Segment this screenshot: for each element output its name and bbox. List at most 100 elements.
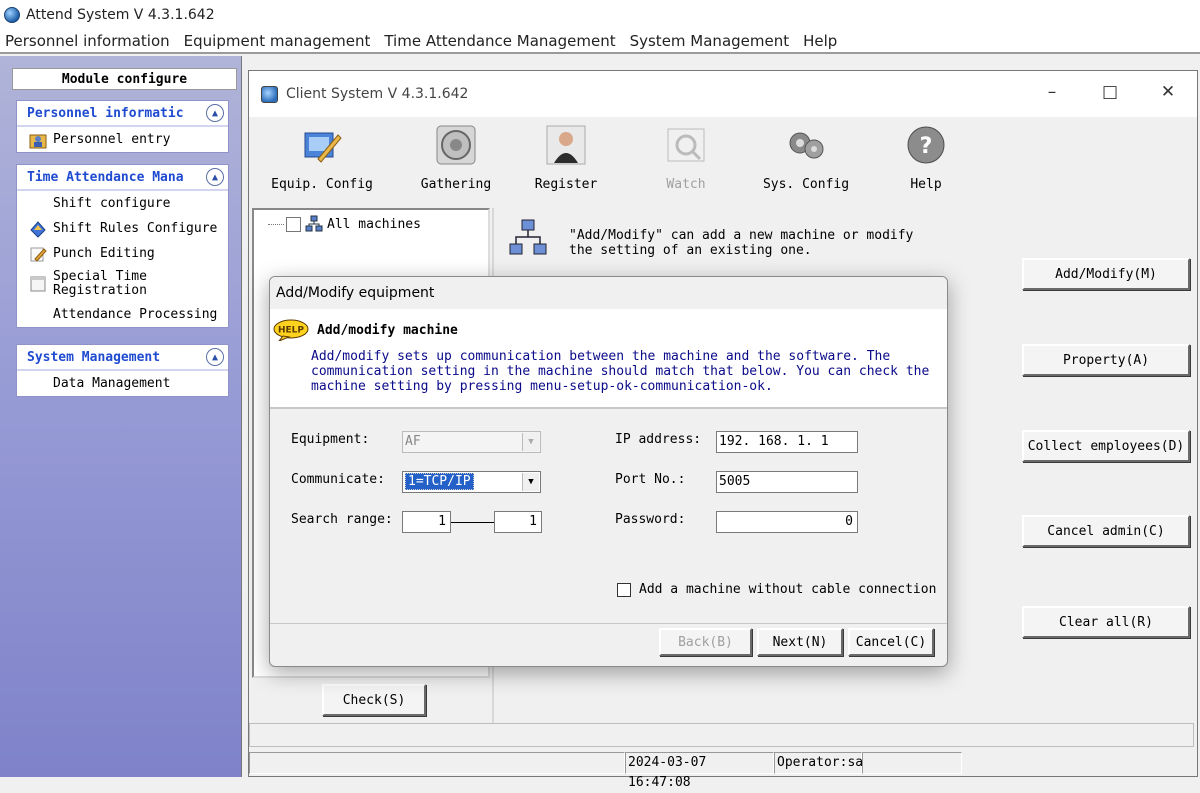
menu-help[interactable]: Help — [798, 32, 845, 50]
toolbar: Equip. Config Gathering Register Watch S… — [249, 117, 1197, 207]
collapse-icon[interactable]: ▲ — [206, 168, 224, 186]
dialog-head-description: Add/modify sets up communication between… — [311, 349, 930, 394]
toolbar-label: Gathering — [420, 177, 492, 192]
status-operator: Operator:sa — [774, 752, 863, 774]
menu-system-management[interactable]: System Management — [625, 32, 798, 50]
menu-bar: Personnel information Equipment manageme… — [0, 30, 1200, 54]
sidebar-item-label: Shift Rules Configure — [53, 221, 218, 236]
client-app-icon — [261, 85, 278, 103]
sidebar-item-attendance-processing[interactable]: Attendance Processing — [17, 302, 228, 327]
client-title: Client System V 4.3.1.642 — [286, 86, 469, 102]
sidebar-item-shift-rules[interactable]: Shift Rules Configure — [17, 216, 228, 241]
menu-personnel-information[interactable]: Personnel information — [0, 32, 178, 50]
info-text: "Add/Modify" can add a new machine or mo… — [569, 228, 914, 258]
group-system-management: System Management ▲ Data Management — [16, 344, 229, 397]
dialog-separator — [270, 623, 947, 624]
add-modify-dialog: Add/Modify equipment HELP Add/modify mac… — [269, 276, 948, 667]
tree-checkbox[interactable] — [286, 216, 301, 232]
group-time-attendance-header[interactable]: Time Attendance Mana ▲ — [17, 165, 228, 191]
search-range-label: Search range: — [291, 512, 393, 527]
sidebar-item-label: Data Management — [53, 376, 171, 391]
toolbar-equip-config[interactable]: Equip. Config — [267, 125, 377, 192]
group-title: System Management — [27, 349, 161, 365]
close-icon[interactable]: ✕ — [1153, 82, 1183, 102]
punch-editing-icon — [30, 247, 47, 262]
personnel-entry-icon — [29, 134, 47, 148]
sidebar-item-personnel-entry[interactable]: Personnel entry — [17, 127, 228, 152]
minimize-icon[interactable]: – — [1037, 82, 1067, 102]
property-button[interactable]: Property(A) — [1022, 344, 1190, 376]
equip-config-icon — [304, 132, 342, 163]
svg-text:?: ? — [920, 134, 933, 159]
menu-equipment-management[interactable]: Equipment management — [179, 32, 379, 50]
cancel-button[interactable]: Cancel(C) — [848, 628, 934, 656]
communicate-value: 1=TCP/IP — [405, 473, 474, 490]
port-label: Port No.: — [615, 472, 686, 487]
dialog-header: HELP Add/modify machine Add/modify sets … — [270, 309, 947, 409]
tree-item-all-machines[interactable]: All machines — [268, 215, 421, 233]
group-time-attendance: Time Attendance Mana ▲ Shift configure S… — [16, 164, 229, 328]
ip-address-input[interactable]: 192. 168. 1. 1 — [716, 431, 858, 453]
password-input[interactable]: 0 — [716, 511, 858, 533]
group-personnel-header[interactable]: Personnel informatic ▲ — [17, 101, 228, 127]
group-system-header[interactable]: System Management ▲ — [17, 345, 228, 371]
collect-employees-button[interactable]: Collect employees(D) — [1022, 430, 1190, 462]
sidebar-item-label: Personnel entry — [53, 132, 171, 147]
help-icon: ? — [907, 126, 945, 164]
range-connector — [451, 522, 494, 523]
app-title: Attend System V 4.3.1.642 — [26, 7, 215, 23]
status-cell-empty — [862, 752, 962, 774]
collapse-icon[interactable]: ▲ — [206, 104, 224, 122]
collapse-icon[interactable]: ▲ — [206, 348, 224, 366]
equipment-select[interactable]: AF ▼ — [402, 431, 541, 453]
special-time-icon — [30, 276, 46, 292]
sidebar-item-label: Attendance Processing — [53, 307, 218, 322]
no-cable-checkbox[interactable] — [617, 583, 631, 597]
status-cell-empty — [249, 752, 625, 774]
network-icon — [305, 215, 323, 232]
network-machines-icon — [509, 219, 547, 255]
svg-text:HELP: HELP — [278, 326, 304, 336]
maximize-icon[interactable]: □ — [1095, 82, 1125, 102]
back-button[interactable]: Back(B) — [659, 628, 752, 656]
sidebar-item-punch-editing[interactable]: Punch Editing — [17, 241, 228, 266]
toolbar-sys-config[interactable]: Sys. Config — [751, 125, 861, 192]
group-title: Time Attendance Mana — [27, 169, 184, 185]
toolbar-help[interactable]: ? Help — [871, 125, 981, 192]
chevron-down-icon: ▼ — [522, 473, 539, 491]
sidebar-item-shift-configure[interactable]: Shift configure — [17, 191, 228, 216]
shift-rules-icon — [30, 220, 46, 238]
check-button[interactable]: Check(S) — [322, 684, 426, 716]
module-panel: Module configure Personnel informatic ▲ … — [0, 56, 242, 777]
toolbar-watch[interactable]: Watch — [631, 125, 741, 192]
menu-time-attendance-management[interactable]: Time Attendance Management — [379, 32, 623, 50]
group-title: Personnel informatic — [27, 105, 184, 121]
toolbar-label: Watch — [666, 177, 706, 192]
client-title-bar: Client System V 4.3.1.642 – □ ✕ — [249, 71, 1197, 117]
password-label: Password: — [615, 512, 686, 527]
help-badge-icon: HELP — [273, 319, 309, 341]
sidebar-item-label: Special Time Registration — [53, 269, 147, 298]
cancel-admin-button[interactable]: Cancel admin(C) — [1022, 515, 1190, 547]
group-personnel: Personnel informatic ▲ Personnel entry — [16, 100, 229, 153]
register-icon — [546, 125, 586, 165]
toolbar-gathering[interactable]: Gathering — [401, 125, 511, 192]
toolbar-label: Equip. Config — [271, 177, 373, 192]
watch-icon — [667, 128, 705, 162]
sidebar-item-special-time[interactable]: Special Time Registration — [17, 266, 228, 302]
clear-all-button[interactable]: Clear all(R) — [1022, 606, 1190, 638]
status-line — [249, 723, 1194, 747]
communicate-label: Communicate: — [291, 472, 385, 487]
search-range-from[interactable]: 1 — [402, 511, 451, 533]
port-input[interactable]: 5005 — [716, 471, 858, 493]
module-configure-header: Module configure — [12, 68, 237, 90]
no-cable-label: Add a machine without cable connection — [639, 582, 937, 597]
app-icon — [4, 7, 20, 23]
toolbar-label: Register — [534, 177, 598, 192]
next-button[interactable]: Next(N) — [757, 628, 843, 656]
toolbar-register[interactable]: Register — [511, 125, 621, 192]
search-range-to[interactable]: 1 — [494, 511, 542, 533]
sidebar-item-data-management[interactable]: Data Management — [17, 371, 228, 396]
add-modify-button[interactable]: Add/Modify(M) — [1022, 258, 1190, 290]
communicate-select[interactable]: 1=TCP/IP ▼ — [402, 471, 541, 493]
